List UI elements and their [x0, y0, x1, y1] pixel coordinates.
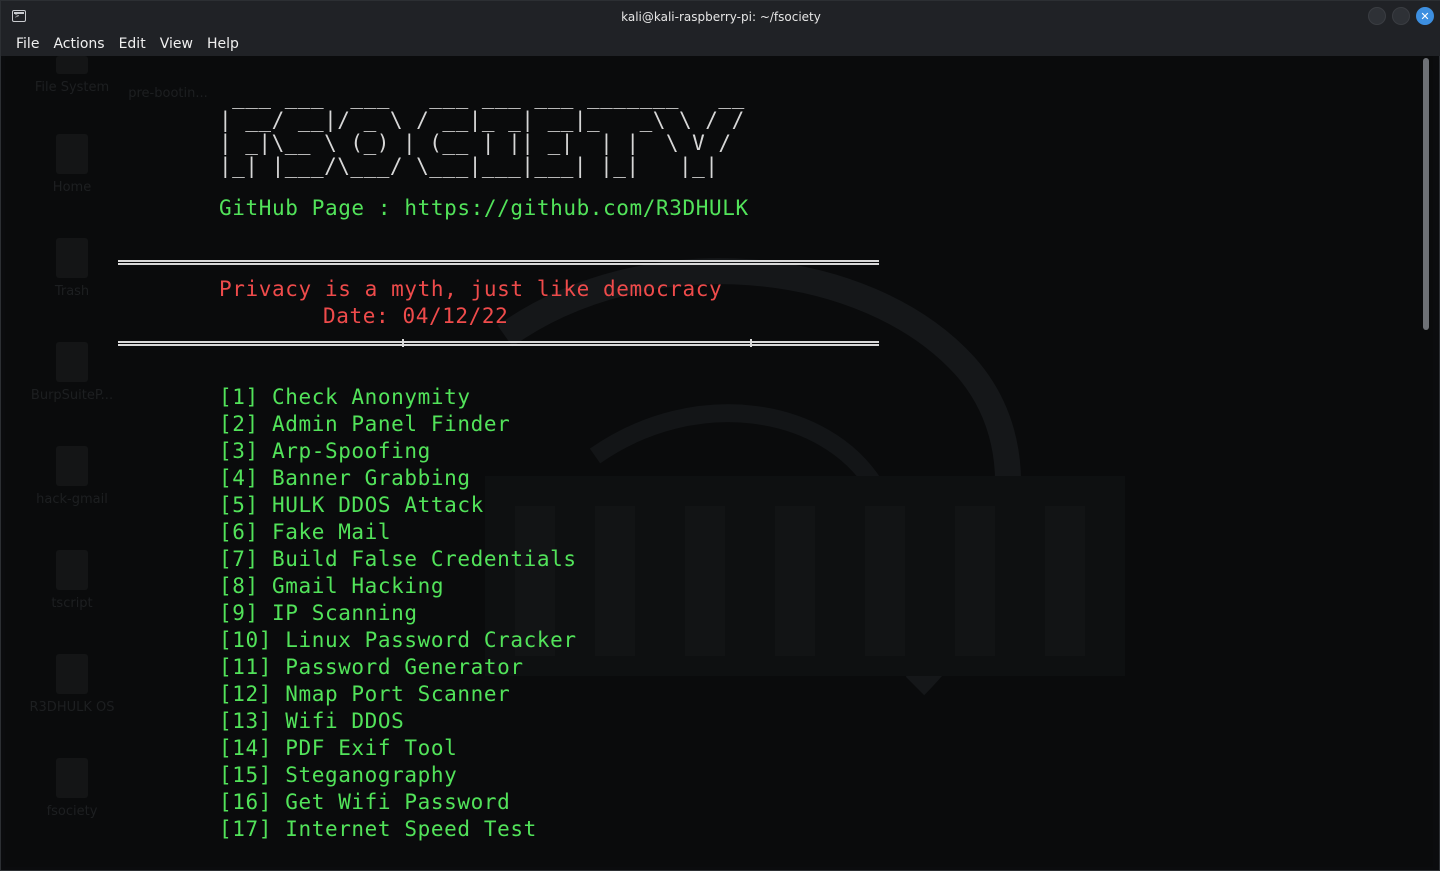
- desktop-icon-label: BurpSuiteP...: [30, 388, 114, 403]
- option-linux-password-cracker: [10] Linux Password Cracker: [219, 628, 577, 652]
- option-nmap-port-scanner: [12] Nmap Port Scanner: [219, 682, 511, 706]
- desktop-icon-trash: Trash: [17, 238, 127, 299]
- option-admin-panel-finder: [2] Admin Panel Finder: [219, 412, 511, 436]
- menu-bar: File Actions Edit View Help: [1, 32, 1440, 56]
- divider-bottom: [118, 339, 879, 347]
- desktop-icon-tscript: tscript: [17, 550, 127, 611]
- menu-help[interactable]: Help: [200, 36, 246, 52]
- option-get-wifi-password: [16] Get Wifi Password: [219, 790, 511, 814]
- drive-icon: [56, 56, 88, 74]
- desktop-icon-label: fsociety: [46, 804, 98, 819]
- desktop-icon-label: File System: [34, 80, 110, 95]
- desktop-icon-file-system: File System: [17, 56, 127, 95]
- folder-icon: [56, 654, 88, 694]
- option-arp-spoofing: [3] Arp-Spoofing: [219, 439, 431, 463]
- menu-edit[interactable]: Edit: [112, 36, 153, 52]
- scrollbar-thumb[interactable]: [1423, 58, 1429, 330]
- desktop-icon-burpsuite: BurpSuiteP...: [17, 342, 127, 403]
- option-internet-speed-test: [17] Internet Speed Test: [219, 817, 537, 841]
- window-controls: ✕: [1368, 7, 1434, 25]
- option-build-false-credentials: [7] Build False Credentials: [219, 547, 577, 571]
- divider-top: [118, 260, 879, 265]
- folder-icon: [56, 758, 88, 798]
- tool-options-list: [1] Check Anonymity [2] Admin Panel Find…: [219, 384, 577, 843]
- maximize-button[interactable]: [1392, 7, 1410, 25]
- menu-view[interactable]: View: [153, 36, 200, 52]
- folder-icon: [56, 446, 88, 486]
- folder-icon: [56, 550, 88, 590]
- option-hulk-ddos-attack: [5] HULK DDOS Attack: [219, 493, 484, 517]
- menu-file[interactable]: File: [9, 36, 46, 52]
- trash-icon: [56, 238, 88, 278]
- desktop-icon-label: pre-bootin...: [128, 86, 208, 101]
- folder-icon: [56, 342, 88, 382]
- vertical-scrollbar[interactable]: [1423, 58, 1429, 866]
- option-pdf-exif-tool: [14] PDF Exif Tool: [219, 736, 458, 760]
- desktop-icons-backdrop: File System pre-bootin... Home Trash Bur…: [5, 56, 208, 867]
- desktop-icon-home: Home: [17, 134, 127, 195]
- terminal-output[interactable]: File System pre-bootin... Home Trash Bur…: [5, 56, 1433, 867]
- desktop-icon-pre-booting: pre-bootin...: [123, 80, 213, 101]
- github-page-line: GitHub Page : https://github.com/R3DHULK: [219, 196, 749, 220]
- tagline-text: Privacy is a myth, just like democracy: [219, 277, 723, 301]
- terminal-window: kali@kali-raspberry-pi: ~/fsociety ✕ Fil…: [0, 0, 1440, 871]
- desktop-icon-label: R3DHULK OS: [29, 700, 115, 715]
- option-wifi-ddos: [13] Wifi DDOS: [219, 709, 405, 733]
- fsociety-ascii-banner: ___ ___ ___ ___ ___ ___ _______ __ | __/…: [219, 85, 745, 178]
- title-bar[interactable]: kali@kali-raspberry-pi: ~/fsociety ✕: [1, 1, 1440, 32]
- folder-icon: [56, 134, 88, 174]
- menu-actions[interactable]: Actions: [46, 36, 111, 52]
- close-button[interactable]: ✕: [1416, 7, 1434, 25]
- desktop-icon-r3dhulk-os: R3DHULK OS: [17, 654, 127, 715]
- option-password-generator: [11] Password Generator: [219, 655, 524, 679]
- option-gmail-hacking: [8] Gmail Hacking: [219, 574, 445, 598]
- terminal-app-icon[interactable]: [12, 10, 26, 22]
- option-check-anonymity: [1] Check Anonymity: [219, 385, 471, 409]
- option-fake-mail: [6] Fake Mail: [219, 520, 392, 544]
- date-line: Date: 04/12/22: [323, 304, 509, 328]
- option-banner-grabbing: [4] Banner Grabbing: [219, 466, 471, 490]
- desktop-icon-fsociety: fsociety: [17, 758, 127, 819]
- option-ip-scanning: [9] IP Scanning: [219, 601, 418, 625]
- desktop-icon-label: Trash: [54, 284, 90, 299]
- divider-tick: [402, 339, 404, 347]
- desktop-icon-hack-gmail: hack-gmail: [17, 446, 127, 507]
- desktop-icon-label: hack-gmail: [36, 492, 108, 507]
- window-title: kali@kali-raspberry-pi: ~/fsociety: [621, 9, 821, 24]
- option-steganography: [15] Steganography: [219, 763, 458, 787]
- desktop-icon-label: Home: [52, 180, 92, 195]
- desktop-icon-label: tscript: [51, 596, 93, 611]
- minimize-button[interactable]: [1368, 7, 1386, 25]
- divider-tick: [750, 339, 752, 347]
